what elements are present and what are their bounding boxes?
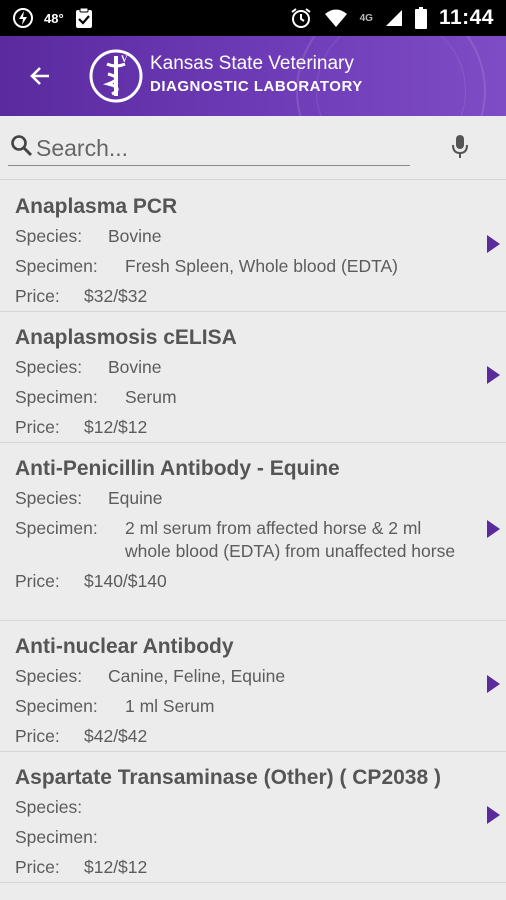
- network-type: 4G: [359, 12, 373, 24]
- species-value: Equine: [108, 488, 163, 508]
- specimen-row: Specimen:: [15, 826, 466, 849]
- list-item[interactable]: Anti-Penicillin Antibody - Equine Specie…: [0, 443, 506, 621]
- price-label: Price:: [15, 857, 60, 877]
- species-row: Species: Bovine: [15, 356, 466, 379]
- price-row: Price: $12/$12: [15, 856, 466, 879]
- specimen-row: Specimen: Serum: [15, 386, 466, 409]
- specimen-value: [125, 826, 466, 849]
- price-row: Price: $42/$42: [15, 725, 466, 748]
- price-value: $42/$42: [84, 726, 148, 746]
- specimen-value: 1 ml Serum: [125, 696, 215, 716]
- chevron-right-icon[interactable]: [487, 366, 500, 384]
- price-row: Price: $32/$32: [15, 285, 466, 308]
- species-row: Species: Canine, Feline, Equine: [15, 665, 466, 688]
- brand-line2: DIAGNOSTIC LABORATORY: [150, 78, 363, 95]
- price-row: Price: $140/$140: [15, 570, 466, 593]
- brand-title: Kansas State Veterinary DIAGNOSTIC LABOR…: [150, 52, 363, 98]
- chevron-right-icon[interactable]: [487, 520, 500, 538]
- species-value: Bovine: [108, 357, 162, 377]
- app-header: V Kansas State Veterinary DIAGNOSTIC LAB…: [0, 36, 506, 116]
- species-value: Canine, Feline, Equine: [108, 666, 286, 686]
- alarm-icon: [290, 8, 311, 28]
- specimen-row: Specimen: 1 ml Serum: [15, 695, 466, 718]
- test-name: Anaplasmosis cELISA: [15, 326, 237, 349]
- microphone-icon[interactable]: [450, 134, 470, 160]
- test-list: Anaplasma PCR Species: Bovine Specimen: …: [0, 181, 506, 883]
- test-name: Anaplasma PCR: [15, 195, 178, 218]
- species-row: Species: Equine: [15, 487, 466, 510]
- specimen-row: Specimen: 2 ml serum from affected horse…: [15, 517, 466, 563]
- test-name: Anti-nuclear Antibody: [15, 635, 234, 658]
- arrow-left-icon: [30, 67, 49, 85]
- clipboard-check-icon: [75, 7, 92, 28]
- price-value: $140/$140: [84, 571, 167, 591]
- species-value: [108, 796, 466, 819]
- species-row: Species: Bovine: [15, 225, 466, 248]
- ksvdl-logo: V: [89, 49, 143, 103]
- svg-text:V: V: [121, 54, 128, 64]
- test-name: Aspartate Transaminase (Other) ( CP2038 …: [15, 766, 441, 789]
- price-label: Price:: [15, 417, 60, 437]
- list-item[interactable]: Aspartate Transaminase (Other) ( CP2038 …: [0, 752, 506, 883]
- signal-icon: [385, 10, 402, 26]
- chevron-right-icon[interactable]: [487, 806, 500, 824]
- specimen-value: Fresh Spleen, Whole blood (EDTA): [125, 256, 398, 276]
- specimen-row: Specimen: Fresh Spleen, Whole blood (EDT…: [15, 255, 466, 278]
- hotspot-icon: [13, 8, 33, 28]
- price-label: Price:: [15, 286, 60, 306]
- chevron-right-icon[interactable]: [487, 235, 500, 253]
- clock: 11:44: [438, 6, 494, 29]
- specimen-label: Specimen:: [15, 696, 98, 716]
- species-value: Bovine: [108, 226, 162, 246]
- price-value: $12/$12: [84, 417, 148, 437]
- species-label: Species:: [15, 226, 83, 246]
- species-row: Species:: [15, 796, 466, 819]
- search-underline: [8, 165, 410, 166]
- price-value: $12/$12: [84, 857, 148, 877]
- chevron-right-icon[interactable]: [487, 675, 500, 693]
- search-input[interactable]: [36, 130, 408, 166]
- price-label: Price:: [15, 571, 60, 591]
- species-label: Species:: [15, 357, 83, 377]
- status-right: 4G 11:44: [290, 6, 494, 30]
- species-label: Species:: [15, 488, 83, 508]
- test-name: Anti-Penicillin Antibody - Equine: [15, 457, 340, 480]
- species-label: Species:: [15, 666, 83, 686]
- list-item[interactable]: Anaplasmosis cELISA Species: Bovine Spec…: [0, 312, 506, 443]
- status-left: 48°: [12, 7, 94, 29]
- specimen-value: 2 ml serum from affected horse & 2 ml wh…: [125, 518, 456, 561]
- price-row: Price: $12/$12: [15, 416, 466, 439]
- specimen-label: Specimen:: [15, 256, 98, 276]
- specimen-label: Specimen:: [15, 387, 98, 407]
- price-label: Price:: [15, 726, 60, 746]
- specimen-label: Specimen:: [15, 827, 98, 847]
- specimen-label: Specimen:: [15, 518, 98, 538]
- list-item[interactable]: Anti-nuclear Antibody Species: Canine, F…: [0, 621, 506, 752]
- specimen-value: Serum: [125, 387, 177, 407]
- status-bar: 48° 4G 11:44: [0, 0, 506, 36]
- wifi-icon: [324, 9, 347, 27]
- back-button[interactable]: [22, 58, 58, 94]
- temperature: 48°: [44, 10, 64, 26]
- battery-icon: [414, 7, 427, 29]
- price-value: $32/$32: [84, 286, 148, 306]
- brand-line1: Kansas State Veterinary: [150, 53, 354, 74]
- species-label: Species:: [15, 797, 83, 817]
- search-icon: [11, 135, 33, 157]
- list-item[interactable]: Anaplasma PCR Species: Bovine Specimen: …: [0, 181, 506, 312]
